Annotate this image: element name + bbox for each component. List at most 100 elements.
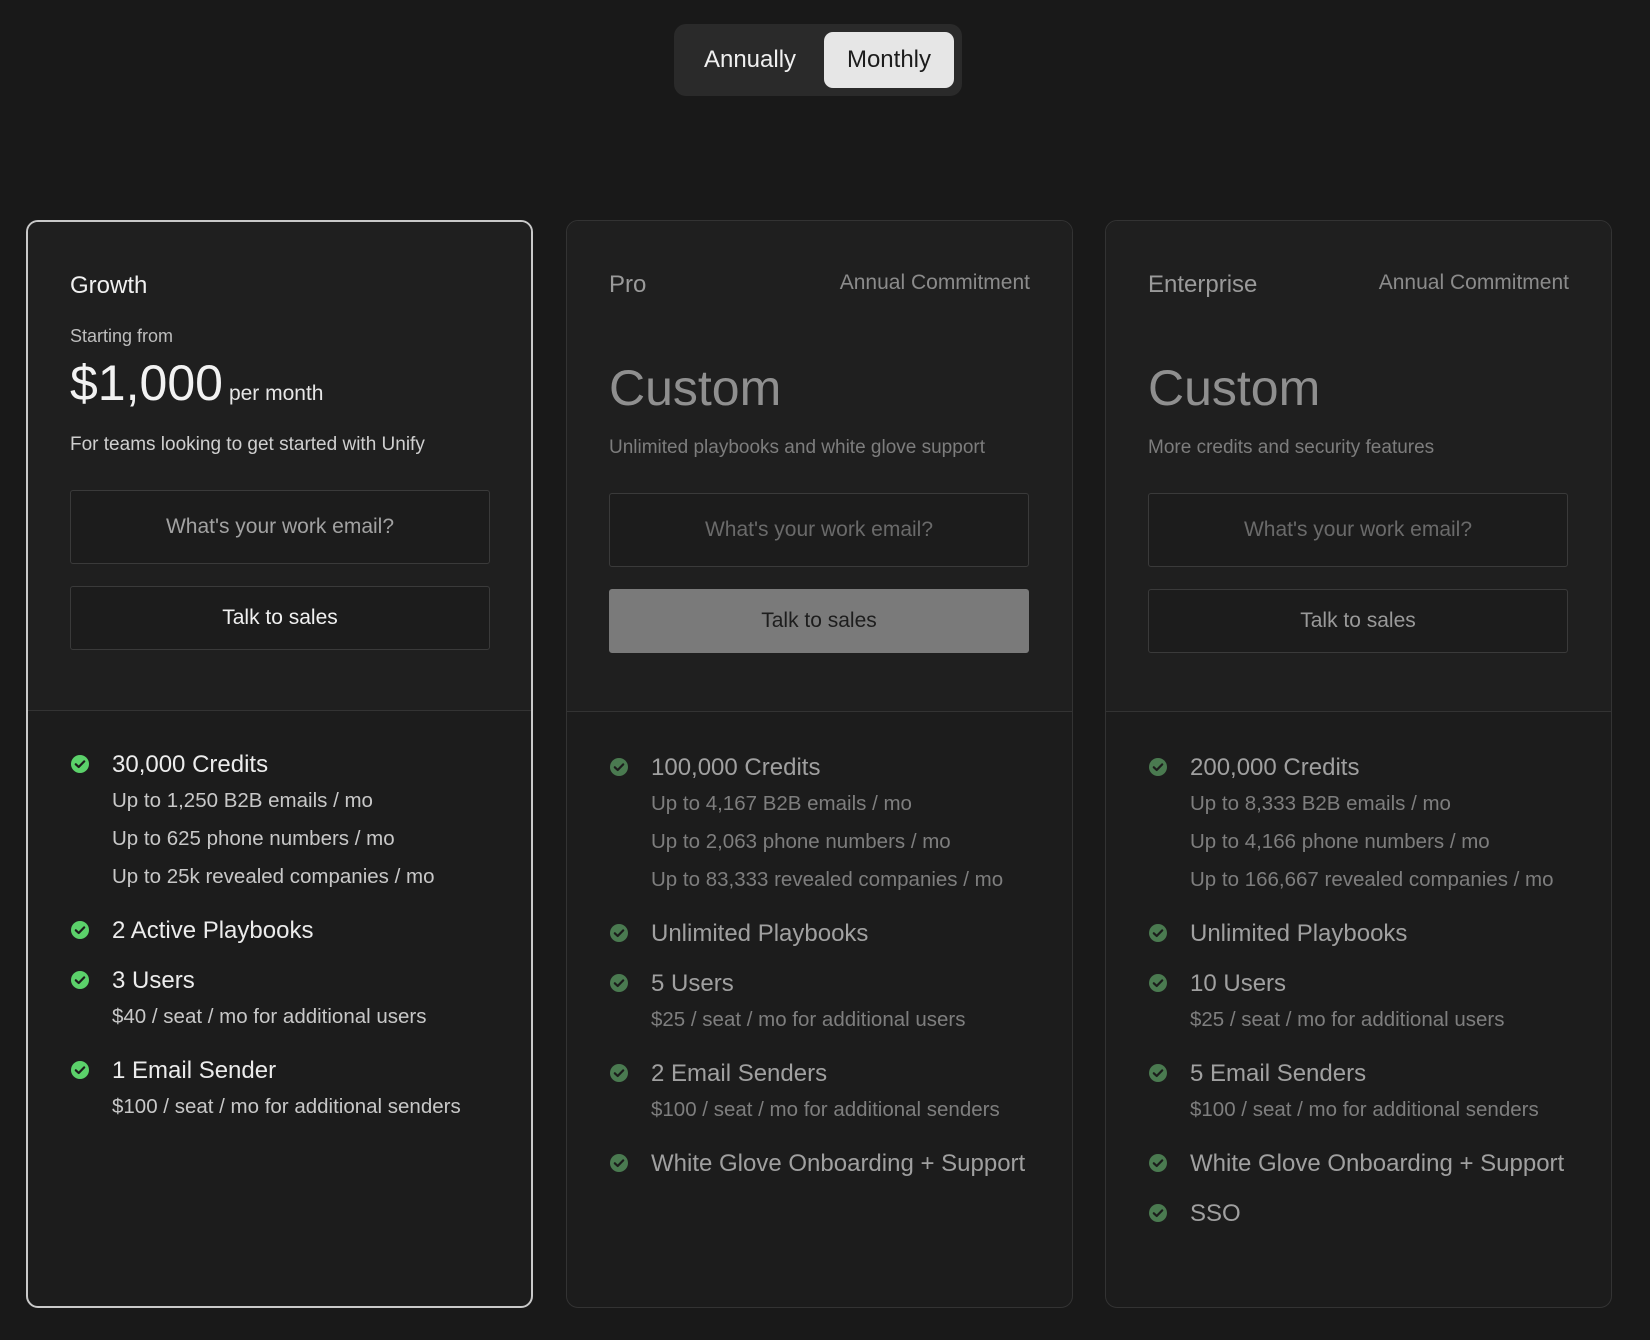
feature-item: 5 Email Senders $100 / seat / mo for addi…: [1148, 1059, 1591, 1129]
check-circle-icon: [610, 974, 628, 992]
feature-item: SSO: [1148, 1199, 1591, 1229]
check-circle-icon: [1149, 974, 1167, 992]
feature-item: 10 Users $25 / seat / mo for additional u…: [1148, 969, 1591, 1039]
feature-title: 5 Users: [651, 970, 734, 997]
check-circle-icon: [610, 924, 628, 942]
work-email-input[interactable]: [70, 490, 490, 564]
feature-details: Up to 4,167 B2B emails / mo Up to 2,063 p…: [651, 783, 1052, 899]
feature-details: Up to 1,250 B2B emails / mo Up to 625 pho…: [112, 780, 511, 896]
check-circle-icon: [610, 1064, 628, 1082]
feature-list: 100,000 Credits Up to 4,167 B2B emails / …: [609, 753, 1052, 1199]
feature-title: White Glove Onboarding + Support: [1190, 1150, 1565, 1177]
feature-item: 3 Users $40 / seat / mo for additional us…: [70, 966, 511, 1036]
check-circle-icon: [1149, 1204, 1167, 1222]
plan-price: Custom: [1148, 360, 1321, 416]
feature-list: 30,000 Credits Up to 1,250 B2B emails / m…: [70, 750, 511, 1146]
plan-card-header: Pro Annual Commitment Custom Unlimited p…: [567, 221, 1072, 712]
plan-name: Growth: [70, 272, 148, 299]
feature-item: 2 Email Senders $100 / seat / mo for addi…: [609, 1059, 1052, 1129]
plan-card-header: Enterprise Annual Commitment Custom More…: [1106, 221, 1611, 712]
check-circle-icon: [71, 1061, 89, 1079]
feature-title: Unlimited Playbooks: [1190, 920, 1408, 947]
check-circle-icon: [610, 1154, 628, 1172]
feature-title: 200,000 Credits: [1190, 754, 1360, 781]
check-circle-icon: [1149, 924, 1167, 942]
talk-to-sales-button[interactable]: Talk to sales: [609, 589, 1029, 653]
feature-detail: Up to 4,167 B2B emails / mo: [651, 792, 912, 815]
feature-detail: $25 / seat / mo for additional users: [651, 1008, 966, 1031]
feature-title: 2 Active Playbooks: [112, 917, 314, 944]
feature-detail: $100 / seat / mo for additional senders: [112, 1095, 461, 1118]
starting-from-label: Starting from: [70, 326, 174, 346]
feature-details: $40 / seat / mo for additional users: [112, 996, 511, 1036]
feature-item: Unlimited Playbooks: [1148, 919, 1591, 949]
check-circle-icon: [1149, 1064, 1167, 1082]
feature-details: $100 / seat / mo for additional senders: [1190, 1089, 1591, 1129]
plan-tagline: For teams looking to get started with Un…: [70, 434, 425, 455]
feature-item: 1 Email Sender $100 / seat / mo for addit…: [70, 1056, 511, 1126]
work-email-input[interactable]: [609, 493, 1029, 567]
feature-details: $100 / seat / mo for additional senders: [651, 1089, 1052, 1129]
feature-item: White Glove Onboarding + Support: [609, 1149, 1052, 1179]
feature-detail: $100 / seat / mo for additional senders: [1190, 1098, 1539, 1121]
feature-title: Unlimited Playbooks: [651, 920, 869, 947]
feature-item: 30,000 Credits Up to 1,250 B2B emails / m…: [70, 750, 511, 896]
talk-to-sales-button[interactable]: Talk to sales: [70, 586, 490, 650]
feature-title: 5 Email Senders: [1190, 1060, 1367, 1087]
feature-title: 2 Email Senders: [651, 1060, 828, 1087]
feature-detail: $40 / seat / mo for additional users: [112, 1005, 427, 1028]
plan-card-pro[interactable]: Pro Annual Commitment Custom Unlimited p…: [566, 220, 1073, 1308]
feature-item: 5 Users $25 / seat / mo for additional us…: [609, 969, 1052, 1039]
plan-tagline: Unlimited playbooks and white glove supp…: [609, 437, 985, 458]
plan-card-header: Growth Starting from $1,000 per month For…: [28, 222, 531, 711]
plan-name: Enterprise: [1148, 271, 1258, 298]
check-circle-icon: [71, 755, 89, 773]
feature-item: 200,000 Credits Up to 8,333 B2B emails / …: [1148, 753, 1591, 899]
feature-item: 2 Active Playbooks: [70, 916, 511, 946]
plan-card-growth[interactable]: Growth Starting from $1,000 per month For…: [26, 220, 533, 1308]
talk-to-sales-button[interactable]: Talk to sales: [1148, 589, 1568, 653]
plan-tagline: More credits and security features: [1148, 437, 1435, 458]
annual-commitment-label: Annual Commitment: [1378, 271, 1569, 294]
feature-detail: Up to 625 phone numbers / mo: [112, 827, 395, 850]
plan-price: $1,000 per month: [70, 354, 324, 412]
feature-title: SSO: [1190, 1200, 1241, 1227]
feature-details: $25 / seat / mo for additional users: [651, 999, 1052, 1039]
feature-detail: Up to 83,333 revealed companies / mo: [651, 868, 1004, 891]
feature-detail: Up to 25k revealed companies / mo: [112, 865, 435, 888]
feature-detail: Up to 2,063 phone numbers / mo: [651, 830, 951, 853]
feature-detail: Up to 1,250 B2B emails / mo: [112, 789, 373, 812]
billing-toggle: Annually Monthly: [674, 24, 962, 96]
check-circle-icon: [610, 758, 628, 776]
feature-details: $100 / seat / mo for additional senders: [112, 1086, 511, 1126]
feature-details: Up to 8,333 B2B emails / mo Up to 4,166 p…: [1190, 783, 1591, 899]
feature-detail: $100 / seat / mo for additional senders: [651, 1098, 1000, 1121]
annually-toggle-button[interactable]: Annually: [682, 32, 818, 88]
annual-commitment-label: Annual Commitment: [839, 271, 1030, 294]
price-unit: per month: [228, 382, 324, 405]
feature-title: 3 Users: [112, 967, 195, 994]
feature-title: 100,000 Credits: [651, 754, 821, 781]
feature-detail: $25 / seat / mo for additional users: [1190, 1008, 1505, 1031]
price-amount: $1,000: [70, 355, 223, 411]
feature-title: White Glove Onboarding + Support: [651, 1150, 1026, 1177]
feature-title: 10 Users: [1190, 970, 1287, 997]
feature-item: White Glove Onboarding + Support: [1148, 1149, 1591, 1179]
check-circle-icon: [1149, 758, 1167, 776]
plan-name: Pro: [609, 271, 647, 298]
feature-list: 200,000 Credits Up to 8,333 B2B emails / …: [1148, 753, 1591, 1249]
plan-card-enterprise[interactable]: Enterprise Annual Commitment Custom More…: [1105, 220, 1612, 1308]
feature-title: 1 Email Sender: [112, 1057, 277, 1084]
check-circle-icon: [71, 971, 89, 989]
check-circle-icon: [71, 921, 89, 939]
feature-item: Unlimited Playbooks: [609, 919, 1052, 949]
feature-detail: Up to 166,667 revealed companies / mo: [1190, 868, 1554, 891]
feature-item: 100,000 Credits Up to 4,167 B2B emails / …: [609, 753, 1052, 899]
plan-price: Custom: [609, 360, 782, 416]
feature-detail: Up to 8,333 B2B emails / mo: [1190, 792, 1451, 815]
monthly-toggle-button[interactable]: Monthly: [824, 32, 954, 88]
feature-details: $25 / seat / mo for additional users: [1190, 999, 1591, 1039]
work-email-input[interactable]: [1148, 493, 1568, 567]
feature-title: 30,000 Credits: [112, 751, 269, 778]
feature-detail: Up to 4,166 phone numbers / mo: [1190, 830, 1490, 853]
